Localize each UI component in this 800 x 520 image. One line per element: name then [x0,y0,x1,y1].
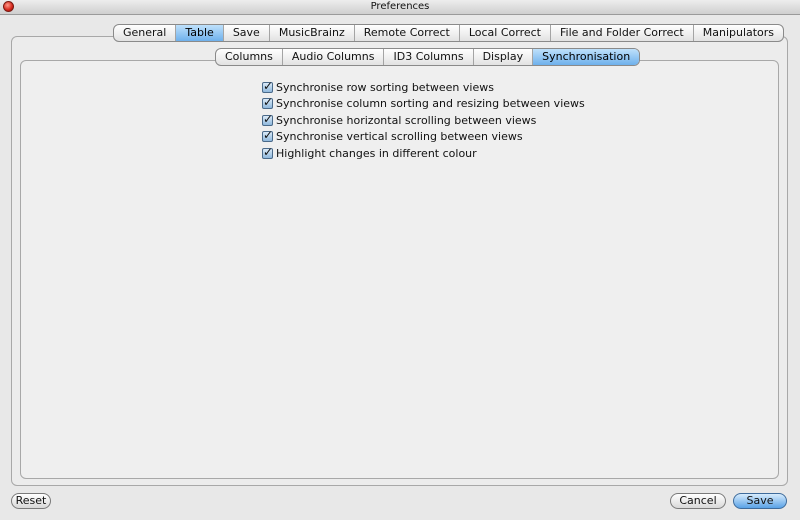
option-label: Highlight changes in different colour [276,146,477,160]
tab-musicbrainz[interactable]: MusicBrainz [270,25,355,41]
option-vertical-scrolling[interactable]: Synchronise vertical scrolling between v… [262,128,585,146]
checkbox-column-sorting-resizing[interactable] [262,95,273,110]
option-highlight-changes[interactable]: Highlight changes in different colour [262,145,585,162]
tab-manipulators[interactable]: Manipulators [694,25,783,41]
tab-table[interactable]: Table [176,25,224,41]
subtab-display[interactable]: Display [474,49,534,65]
window-title: Preferences [370,1,430,12]
save-button[interactable]: Save [733,493,787,509]
option-label: Synchronise column sorting and resizing … [276,97,585,111]
title-bar: Preferences [0,0,800,15]
cancel-button[interactable]: Cancel [670,493,726,509]
option-horizontal-scrolling[interactable]: Synchronise horizontal scrolling between… [262,112,585,129]
subtab-audio-columns[interactable]: Audio Columns [283,49,385,65]
subtab-id3-columns[interactable]: ID3 Columns [384,49,474,65]
checkbox-highlight-changes[interactable] [262,145,273,159]
option-label: Synchronise row sorting between views [276,80,494,94]
subtab-columns[interactable]: Columns [216,49,283,65]
tab-save[interactable]: Save [224,25,270,41]
checkbox-horizontal-scrolling[interactable] [262,112,273,126]
sub-tab-bar: Columns Audio Columns ID3 Columns Displa… [215,48,641,66]
subtab-synchronisation[interactable]: Synchronisation [533,49,640,65]
tab-local-correct[interactable]: Local Correct [460,25,551,41]
option-label: Synchronise vertical scrolling between v… [276,130,523,144]
option-column-sorting-resizing[interactable]: Synchronise column sorting and resizing … [262,95,585,113]
synchronisation-options: Synchronise row sorting between views Sy… [262,79,585,162]
checkbox-vertical-scrolling[interactable] [262,128,273,143]
option-label: Synchronise horizontal scrolling between… [276,113,537,127]
tab-general[interactable]: General [114,25,177,41]
reset-button[interactable]: Reset [11,493,51,509]
main-tab-bar: General Table Save MusicBrainz Remote Co… [113,24,785,42]
tab-file-and-folder-correct[interactable]: File and Folder Correct [551,25,694,41]
tab-remote-correct[interactable]: Remote Correct [355,25,460,41]
checkbox-row-sorting[interactable] [262,79,273,93]
option-row-sorting[interactable]: Synchronise row sorting between views [262,79,585,96]
